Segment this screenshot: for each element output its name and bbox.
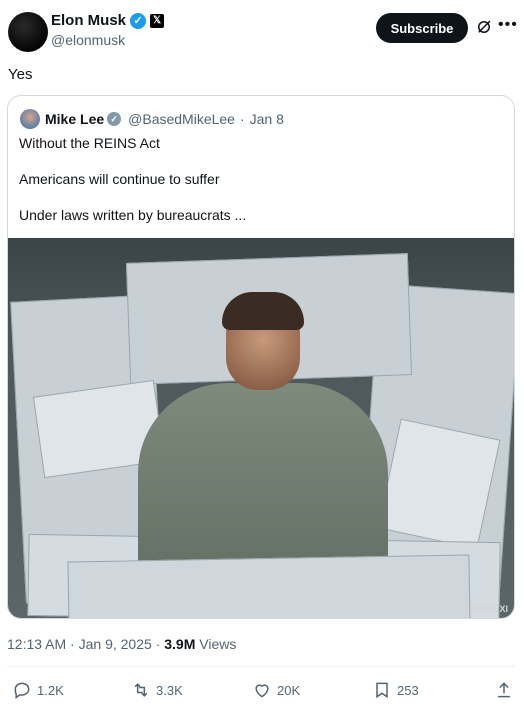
quote-image[interactable]: GROK Xl [8, 238, 514, 618]
meta-separator-2: · [155, 636, 165, 652]
quote-date[interactable]: Jan 8 [250, 111, 284, 127]
author-handle[interactable]: @elonmusk [51, 32, 125, 48]
divider [7, 666, 516, 667]
view-count: 3.9M [164, 636, 196, 652]
author-name-row[interactable]: Elon Musk ✓ 𝕏 [51, 12, 165, 29]
like-button[interactable]: 20K [252, 680, 300, 700]
quote-author-handle[interactable]: @BasedMikeLee [128, 111, 235, 127]
author-avatar[interactable] [8, 12, 48, 52]
bookmark-icon [376, 682, 388, 699]
repost-button[interactable]: 3.3K [131, 680, 183, 700]
bookmark-count: 253 [397, 682, 419, 698]
heart-icon [255, 684, 269, 698]
repost-count: 3.3K [156, 682, 183, 698]
more-options-icon[interactable]: ••• [498, 16, 518, 34]
like-count: 20K [277, 682, 301, 698]
tweet-meta: 12:13 AM · Jan 9, 2025 · 3.9M Views [7, 636, 236, 652]
repost-icon [134, 683, 148, 697]
x-affiliation-icon: 𝕏 [150, 13, 165, 28]
subscribe-button[interactable]: Subscribe [376, 13, 468, 43]
quoted-tweet[interactable]: Mike Lee ✓ @BasedMikeLee · Jan 8 Without… [7, 95, 515, 619]
quote-line-3: Under laws written by bureaucrats ... [19, 207, 247, 223]
tweet-date[interactable]: Jan 9, 2025 [79, 636, 152, 652]
meta-separator: · [70, 636, 79, 652]
quote-separator: · [239, 111, 245, 127]
reply-count: 1.2K [37, 682, 64, 698]
grok-icon[interactable] [475, 18, 493, 36]
grok-watermark: GROK Xl [469, 604, 508, 614]
share-icon [498, 682, 510, 698]
reply-button[interactable]: 1.2K [12, 680, 64, 700]
quote-line-1: Without the REINS Act [19, 135, 160, 151]
tweet-time[interactable]: 12:13 AM [7, 636, 66, 652]
reply-icon [14, 682, 30, 699]
verified-badge-icon: ✓ [130, 12, 147, 29]
quote-author-avatar[interactable] [20, 109, 40, 129]
gov-verified-badge-icon: ✓ [107, 112, 122, 126]
views-label: Views [199, 636, 237, 652]
share-button[interactable] [494, 680, 514, 700]
quote-author-row[interactable]: Mike Lee ✓ @BasedMikeLee · Jan 8 [45, 111, 284, 127]
quote-author-name[interactable]: Mike Lee [45, 111, 104, 127]
tweet-text: Yes [8, 66, 33, 83]
bookmark-button[interactable]: 253 [372, 680, 419, 700]
quote-line-2: Americans will continue to suffer [19, 171, 220, 187]
author-name[interactable]: Elon Musk [51, 12, 126, 29]
